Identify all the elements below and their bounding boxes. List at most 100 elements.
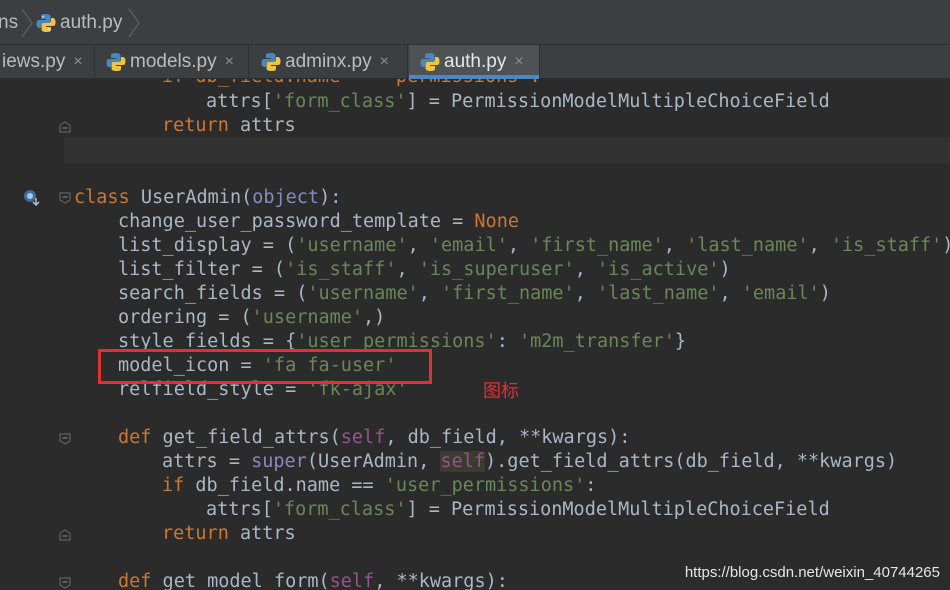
chevron-right-icon bbox=[127, 8, 141, 38]
code-token: get_field_attrs( bbox=[151, 427, 341, 448]
code-token: def bbox=[118, 427, 152, 448]
code-line: return attrs bbox=[162, 522, 296, 546]
code-line: def get_model_form(self, **kwargs): bbox=[118, 570, 508, 590]
code-token: return bbox=[162, 115, 229, 136]
code-token: 'is_superuser' bbox=[418, 259, 575, 280]
code-token: 'first_name' bbox=[530, 235, 664, 256]
code-token: : bbox=[585, 475, 597, 496]
tab-label: models.py bbox=[130, 51, 217, 72]
code-line: ordering = ('username',) bbox=[118, 306, 385, 330]
tab-label: auth.py bbox=[444, 51, 507, 72]
breadcrumb-item-label: ns bbox=[0, 11, 19, 33]
fold-marker-icon[interactable] bbox=[59, 577, 71, 589]
code-token: ,) bbox=[363, 307, 386, 328]
code-token: self bbox=[340, 427, 386, 448]
code-token: list_filter = ( bbox=[118, 259, 286, 280]
fold-marker-icon[interactable] bbox=[59, 121, 71, 133]
breadcrumb-item-project[interactable]: ns bbox=[0, 0, 18, 45]
code-token: (UserAdmin, bbox=[306, 451, 441, 472]
code-line: def get_field_attrs(self, db_field, **kw… bbox=[118, 426, 630, 450]
code-token: , **kwargs): bbox=[374, 571, 508, 590]
code-token: attrs[ bbox=[206, 91, 273, 112]
code-line: list_display = ('username', 'email', 'fi… bbox=[118, 234, 950, 258]
code-token: 'first_name' bbox=[441, 283, 575, 304]
code-line: change_user_password_template = None bbox=[118, 210, 519, 234]
tab-label: adminx.py bbox=[285, 51, 372, 72]
code-line: attrs['form_class'] = PermissionModelMul… bbox=[206, 498, 830, 522]
close-icon[interactable]: × bbox=[225, 53, 234, 71]
breadcrumb-item-file[interactable]: auth.py bbox=[35, 0, 122, 45]
breadcrumb: ns auth.py bbox=[0, 0, 950, 45]
code-line: search_fields = ('username', 'first_name… bbox=[118, 282, 831, 306]
code-token: self bbox=[440, 451, 486, 472]
code-token: , bbox=[663, 235, 687, 256]
code-token: UserAdmin( bbox=[129, 187, 253, 208]
code-token: return bbox=[162, 523, 229, 544]
code-token: , bbox=[407, 235, 430, 256]
code-line: if db_field.name == 'user_permissions': bbox=[162, 474, 596, 498]
code-token: ] = PermissionModelMultipleChoiceField bbox=[406, 499, 830, 520]
code-token: 'username' bbox=[251, 307, 364, 328]
editor-tabs: iews.py × models.py × adminx.py × auth.p… bbox=[0, 45, 950, 79]
code-token: , bbox=[507, 235, 531, 256]
code-token: if db_field.name == 'permissions': bbox=[162, 79, 541, 87]
close-icon[interactable]: × bbox=[380, 53, 389, 71]
close-icon[interactable]: × bbox=[514, 53, 523, 71]
tab-views-py[interactable]: iews.py × bbox=[0, 45, 95, 79]
code-token: , bbox=[808, 235, 831, 256]
code-token: 'last_name' bbox=[686, 235, 809, 256]
code-token: 'email' bbox=[741, 283, 820, 304]
code-token: search_fields = ( bbox=[118, 283, 308, 304]
code-token: , db_field, **kwargs): bbox=[385, 427, 631, 448]
code-token: ] = PermissionModelMultipleChoiceField bbox=[406, 91, 830, 112]
annotation-highlight-box bbox=[98, 349, 432, 384]
code-token: ) bbox=[819, 283, 831, 304]
code-token: 'is_active' bbox=[596, 259, 720, 280]
code-line: attrs = super(UserAdmin, self).get_field… bbox=[162, 450, 897, 474]
fold-marker-icon[interactable] bbox=[59, 192, 71, 204]
code-token: 'form_class' bbox=[272, 499, 407, 520]
code-token: get_model_form( bbox=[151, 571, 330, 590]
code-token: db_field.name == bbox=[184, 475, 385, 496]
code-token: : bbox=[496, 331, 519, 352]
code-token: if bbox=[162, 475, 185, 496]
code-token: } bbox=[674, 331, 687, 352]
code-token: attrs = bbox=[162, 451, 252, 472]
code-token: , bbox=[574, 283, 597, 304]
breadcrumb-item-label: auth.py bbox=[60, 11, 123, 33]
fold-marker-icon[interactable] bbox=[59, 433, 71, 445]
code-token: None bbox=[474, 211, 519, 232]
code-token: super bbox=[251, 451, 307, 472]
code-line: list_filter = ('is_staff', 'is_superuser… bbox=[118, 258, 731, 282]
tab-label: iews.py bbox=[2, 51, 66, 72]
code-token: ) bbox=[942, 235, 950, 256]
tab-auth-py[interactable]: auth.py × bbox=[409, 45, 540, 79]
close-icon[interactable]: × bbox=[73, 53, 82, 71]
code-token: 'username' bbox=[307, 283, 419, 304]
tab-models-py[interactable]: models.py × bbox=[96, 45, 249, 79]
code-token: def bbox=[118, 571, 152, 590]
tab-adminx-py[interactable]: adminx.py × bbox=[250, 45, 408, 79]
code-token: list_display = ( bbox=[118, 235, 297, 256]
current-line-highlight bbox=[64, 137, 950, 163]
code-token: attrs bbox=[228, 523, 296, 544]
code-editor[interactable]: if db_field.name == 'permissions': attrs… bbox=[0, 79, 950, 590]
python-file-icon bbox=[420, 53, 440, 71]
code-token: 'form_class' bbox=[272, 91, 407, 112]
override-method-icon[interactable] bbox=[22, 188, 42, 208]
code-line: if db_field.name == 'permissions': bbox=[162, 79, 541, 89]
python-file-icon bbox=[261, 53, 281, 71]
code-token: ordering = ( bbox=[118, 307, 252, 328]
fold-marker-icon[interactable] bbox=[59, 529, 71, 541]
code-token: attrs[ bbox=[206, 499, 273, 520]
code-token: 'm2m_transfer' bbox=[518, 331, 675, 352]
code-token: , bbox=[719, 283, 742, 304]
code-token: 'email' bbox=[429, 235, 508, 256]
code-token: , bbox=[396, 259, 419, 280]
code-token: 'username' bbox=[296, 235, 408, 256]
code-token: ) bbox=[719, 259, 731, 280]
code-token: self bbox=[329, 571, 375, 590]
code-line: return attrs bbox=[162, 114, 296, 138]
code-token: attrs bbox=[228, 115, 296, 136]
python-file-icon bbox=[106, 53, 126, 71]
